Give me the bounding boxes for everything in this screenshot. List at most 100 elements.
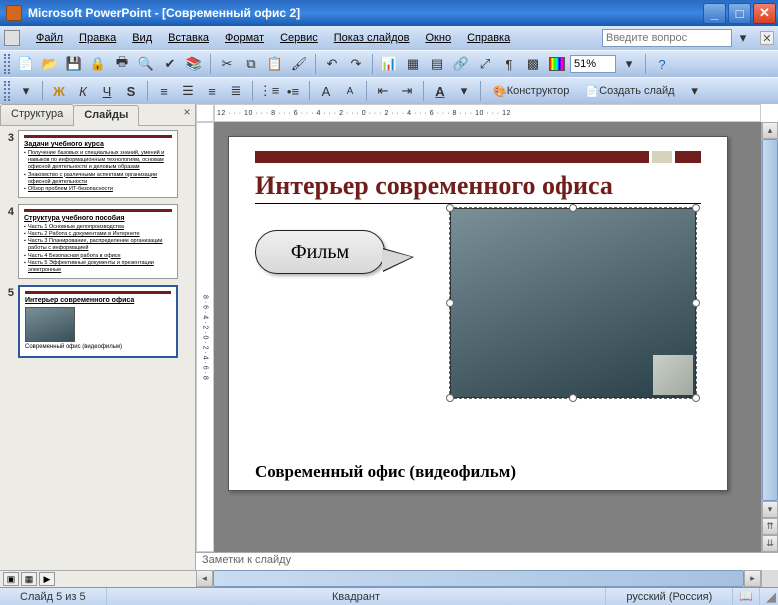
resize-grip-icon[interactable]: ◢ bbox=[760, 589, 778, 605]
table-icon[interactable]: ▦ bbox=[402, 53, 424, 75]
tab-slides[interactable]: Слайды bbox=[73, 105, 139, 126]
scroll-right-icon[interactable]: ▸ bbox=[744, 570, 761, 587]
notes-pane[interactable]: Заметки к слайду bbox=[196, 552, 778, 570]
cut-icon[interactable]: ✂ bbox=[216, 53, 238, 75]
menu-file[interactable]: Файл bbox=[28, 30, 71, 46]
menu-view[interactable]: Вид bbox=[124, 30, 160, 46]
sorter-view-icon[interactable]: ▦ bbox=[21, 572, 37, 586]
status-spelling-icon[interactable]: 📖 bbox=[733, 588, 760, 605]
chart-icon[interactable]: 📊 bbox=[378, 53, 400, 75]
research-icon[interactable]: 📚 bbox=[183, 53, 205, 75]
resize-handle[interactable] bbox=[446, 204, 454, 212]
menu-format[interactable]: Формат bbox=[217, 30, 272, 46]
close-panel-icon[interactable]: × bbox=[179, 104, 195, 120]
shadow-icon[interactable]: S bbox=[120, 80, 142, 102]
redo-icon[interactable]: ↷ bbox=[345, 53, 367, 75]
thumbnail-5-selected[interactable]: Интерьер современного офиса Современный … bbox=[18, 285, 178, 358]
normal-view-icon[interactable]: ▣ bbox=[3, 572, 19, 586]
status-language[interactable]: русский (Россия) bbox=[606, 588, 733, 605]
zoom-combo[interactable]: 51% bbox=[570, 55, 616, 73]
resize-handle[interactable] bbox=[692, 204, 700, 212]
doc-icon[interactable] bbox=[4, 30, 20, 46]
callout-shape[interactable]: Фильм bbox=[255, 230, 385, 274]
resize-handle[interactable] bbox=[692, 299, 700, 307]
color-icon[interactable] bbox=[546, 53, 568, 75]
menu-service[interactable]: Сервис bbox=[272, 30, 326, 46]
align-justify-icon[interactable]: ≣ bbox=[225, 80, 247, 102]
next-slide-icon[interactable]: ⇊ bbox=[762, 535, 778, 552]
undo-icon[interactable]: ↶ bbox=[321, 53, 343, 75]
preview-icon[interactable]: 🔍 bbox=[135, 53, 157, 75]
slide-canvas[interactable]: Интерьер современного офиса Фильм bbox=[214, 122, 761, 552]
video-object-selected[interactable] bbox=[450, 208, 696, 398]
bold-icon[interactable]: Ж bbox=[48, 80, 70, 102]
spellcheck-icon[interactable]: ✔ bbox=[159, 53, 181, 75]
align-center-icon[interactable]: ☰ bbox=[177, 80, 199, 102]
open-icon[interactable]: 📂 bbox=[39, 53, 61, 75]
ruler-horizontal[interactable]: 12 · · · 10 · · · 8 · · · 6 · · · 4 · · … bbox=[214, 104, 761, 122]
font-color-dropdown[interactable]: ▾ bbox=[453, 80, 475, 102]
menu-slideshow[interactable]: Показ слайдов bbox=[326, 30, 418, 46]
toolbar-handle[interactable] bbox=[4, 54, 10, 74]
toolbar-handle-2[interactable] bbox=[4, 81, 10, 101]
copy-icon[interactable]: ⧉ bbox=[240, 53, 262, 75]
format-painter-icon[interactable]: 🖌 bbox=[288, 53, 310, 75]
menu-help[interactable]: Справка bbox=[459, 30, 518, 46]
slide-caption[interactable]: Современный офис (видеофильм) bbox=[255, 462, 701, 482]
thumbnail-row[interactable]: 3 Задачи учебного курса Получение базовы… bbox=[2, 130, 193, 198]
increase-font-icon[interactable]: A bbox=[315, 80, 337, 102]
align-right-icon[interactable]: ≡ bbox=[201, 80, 223, 102]
font-dropdown[interactable]: ▾ bbox=[15, 80, 37, 102]
scroll-left-icon[interactable]: ◂ bbox=[196, 570, 213, 587]
decrease-font-icon[interactable]: A bbox=[339, 80, 361, 102]
menu-window[interactable]: Окно bbox=[418, 30, 460, 46]
new-slide-button[interactable]: 📄 Создать слайд bbox=[578, 80, 681, 102]
thumbnail-4[interactable]: Структура учебного пособия Часть 1 Основ… bbox=[18, 204, 178, 279]
expand-icon[interactable]: ⤢ bbox=[474, 53, 496, 75]
save-icon[interactable]: 💾 bbox=[63, 53, 85, 75]
resize-handle[interactable] bbox=[446, 394, 454, 402]
horizontal-scrollbar[interactable]: ◂ ▸ bbox=[196, 570, 761, 587]
new-icon[interactable]: 📄 bbox=[15, 53, 37, 75]
close-doc-button[interactable]: ✕ bbox=[760, 31, 774, 45]
menu-edit[interactable]: Правка bbox=[71, 30, 124, 46]
tab-outline[interactable]: Структура bbox=[0, 104, 74, 125]
help-icon[interactable]: ? bbox=[651, 53, 673, 75]
showhide-icon[interactable]: ¶ bbox=[498, 53, 520, 75]
grid-icon[interactable]: ▩ bbox=[522, 53, 544, 75]
print-icon[interactable]: 🖶 bbox=[111, 53, 133, 75]
zoom-dropdown[interactable]: ▾ bbox=[618, 53, 640, 75]
resize-handle[interactable] bbox=[569, 394, 577, 402]
thumbnail-list[interactable]: 3 Задачи учебного курса Получение базовы… bbox=[0, 126, 195, 570]
minimize-button[interactable]: _ bbox=[703, 3, 726, 24]
thumbnail-row[interactable]: 4 Структура учебного пособия Часть 1 Осн… bbox=[2, 204, 193, 279]
underline-icon[interactable]: Ч bbox=[96, 80, 118, 102]
menu-insert[interactable]: Вставка bbox=[160, 30, 217, 46]
font-color-icon[interactable]: A bbox=[429, 80, 451, 102]
thumbnail-3[interactable]: Задачи учебного курса Получение базовых … bbox=[18, 130, 178, 198]
prev-slide-icon[interactable]: ⇈ bbox=[762, 518, 778, 535]
tables-borders-icon[interactable]: ▤ bbox=[426, 53, 448, 75]
ruler-vertical[interactable]: 8 · 6 · 4 · 2 · 0 · 2 · 4 · 6 · 8 bbox=[196, 122, 214, 552]
decrease-indent-icon[interactable]: ⇤ bbox=[372, 80, 394, 102]
scroll-down-icon[interactable]: ▾ bbox=[762, 501, 778, 518]
scroll-up-icon[interactable]: ▴ bbox=[762, 122, 778, 139]
toolbar-overflow[interactable]: ▾ bbox=[684, 80, 706, 102]
align-left-icon[interactable]: ≡ bbox=[153, 80, 175, 102]
permission-icon[interactable]: 🔒 bbox=[87, 53, 109, 75]
help-dropdown[interactable]: ▾ bbox=[732, 27, 754, 49]
designer-button[interactable]: 🎨 Конструктор bbox=[486, 80, 576, 102]
resize-handle[interactable] bbox=[446, 299, 454, 307]
resize-handle[interactable] bbox=[692, 394, 700, 402]
increase-indent-icon[interactable]: ⇥ bbox=[396, 80, 418, 102]
vertical-scrollbar[interactable]: ▴ ▾ ⇈ ⇊ bbox=[761, 122, 778, 552]
hyperlink-icon[interactable]: 🔗 bbox=[450, 53, 472, 75]
thumbnail-row[interactable]: 5 Интерьер современного офиса Современны… bbox=[2, 285, 193, 358]
numbering-icon[interactable]: ⋮≡ bbox=[258, 80, 280, 102]
resize-handle[interactable] bbox=[569, 204, 577, 212]
bullets-icon[interactable]: •≡ bbox=[282, 80, 304, 102]
italic-icon[interactable]: К bbox=[72, 80, 94, 102]
close-button[interactable]: ✕ bbox=[753, 3, 776, 24]
help-search-input[interactable] bbox=[602, 29, 732, 47]
paste-icon[interactable]: 📋 bbox=[264, 53, 286, 75]
